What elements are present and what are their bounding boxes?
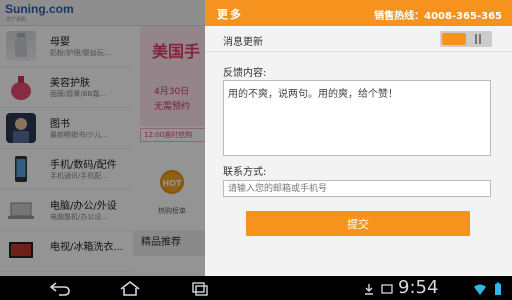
status-clock: 9:54 [398,277,439,298]
submit-button[interactable]: 提交 [246,211,470,236]
panel-header: 更多 销售热线：4008-365-365 [205,0,512,26]
battery-icon [491,281,505,295]
contact-input[interactable] [223,180,491,197]
more-panel: 更多 销售热线：4008-365-365 消息更新 反馈内容: 用的不爽，说两句… [205,0,512,276]
download-icon [362,281,376,295]
home-icon[interactable] [118,280,142,296]
message-update-label: 消息更新 [223,37,263,48]
notification-icon [380,281,394,295]
message-update-row: 消息更新 [205,26,512,52]
back-icon[interactable] [48,280,72,296]
wifi-icon [473,281,487,295]
dim-overlay[interactable] [0,0,205,276]
feedback-textarea[interactable]: 用的不爽，说两句。用的爽，给个赞！ [223,80,491,156]
contact-label: 联系方式: [223,167,267,178]
recent-apps-icon[interactable] [188,280,212,296]
toggle-on-indicator [442,33,466,45]
panel-title: 更多 [217,8,243,21]
sales-hotline[interactable]: 销售热线：4008-365-365 [374,7,502,22]
message-update-toggle[interactable] [440,31,492,47]
system-navbar: 9:54 [0,276,512,300]
feedback-label: 反馈内容: [223,68,267,79]
toggle-grip-icon [472,34,484,44]
